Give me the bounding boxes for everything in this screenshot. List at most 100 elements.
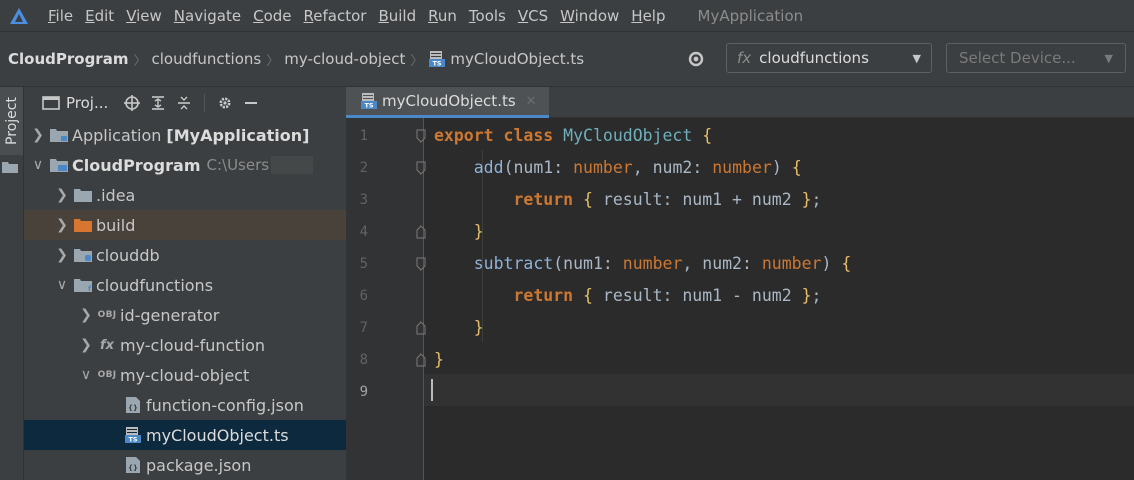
tree-item-mycloudobject-ts[interactable]: TS myCloudObject.ts [24,420,346,450]
menu-file[interactable]: File [42,7,79,25]
editor-tab-bar: TS myCloudObject.ts ✕ [346,87,1134,118]
breadcrumb-cloudprogram[interactable]: CloudProgram [8,50,128,68]
code-line-3: return { result: num1 + num2 }; [513,190,822,209]
ts-file-icon: TS [124,427,142,444]
menu-refactor[interactable]: Refactor [298,7,373,25]
chevron-down-icon: ▼ [1104,51,1113,65]
function-selector-value: cloudfunctions [759,49,869,67]
function-selector[interactable]: fx cloudfunctions ▼ [726,43,932,73]
breadcrumb: CloudProgram 〉 cloudfunctions 〉 my-cloud… [8,32,584,86]
line-number-current: 9 [359,384,368,400]
json-file-icon: {} [124,397,142,413]
menu-edit[interactable]: Edit [79,7,120,25]
code-line-7: } [473,318,484,337]
tree-item-label: package.json [146,455,252,475]
tree-item-cloudprogram[interactable]: ∨ CloudProgram C:\Users [24,150,346,180]
chevron-down-icon[interactable]: ∨ [78,360,94,390]
tree-item-label: build [96,215,136,235]
tree-item-build[interactable]: ❯ build [24,210,346,240]
chevron-down-icon[interactable]: ∨ [54,270,70,300]
cloud-object-icon: OBJ [97,310,117,320]
line-number: 7 [359,320,368,336]
chevron-right-icon[interactable]: ❯ [54,210,70,240]
target-settings-icon[interactable] [686,49,706,69]
code-line-5: subtract(num1: number, num2: number) { [473,254,852,273]
tree-item-path: C:\Users [206,156,270,174]
code-line-2: add(num1: number, num2: number) { [473,158,802,177]
cloud-module-folder-icon [50,157,68,173]
editor-tab-mycloudobject[interactable]: TS myCloudObject.ts ✕ [346,87,549,118]
cloud-function-icon: fx [99,337,115,353]
menu-run[interactable]: Run [422,7,463,25]
tree-item-package-json[interactable]: {} package.json [24,450,346,480]
svg-text:TS: TS [364,102,373,110]
tree-item-clouddb[interactable]: ❯ clouddb [24,240,346,270]
app-logo-icon [8,5,30,27]
tree-item-id-generator[interactable]: ❯ OBJ id-generator [24,300,346,330]
device-selector[interactable]: Select Device... ▼ [946,43,1126,73]
project-view-icon [42,95,60,110]
expand-all-icon[interactable] [148,93,168,113]
chevron-right-icon[interactable]: ❯ [78,330,94,360]
code-text-area[interactable]: export class MyCloudObject { add(num1: n… [424,118,1134,480]
tree-item-label: Application [72,125,162,145]
line-number: 2 [359,160,368,176]
folder-icon[interactable] [2,159,18,173]
minimize-icon[interactable] [241,93,261,113]
chevron-right-icon[interactable]: ❯ [30,120,46,150]
menu-navigate[interactable]: Navigate [168,7,247,25]
breadcrumb-my-cloud-object[interactable]: my-cloud-object [284,50,405,68]
tree-item-label: function-config.json [146,395,304,415]
tree-item-my-cloud-object[interactable]: ∨ OBJ my-cloud-object [24,360,346,390]
gear-icon[interactable] [215,93,235,113]
functions-folder-icon: f [74,277,92,293]
project-tool-tab[interactable]: Project [0,87,23,155]
line-number: 3 [359,192,368,208]
breadcrumb-separator-icon: 〉 [410,53,424,69]
folder-icon [74,187,92,203]
navigation-bar: CloudProgram 〉 cloudfunctions 〉 my-cloud… [0,31,1134,87]
tree-item-label: CloudProgram [72,155,201,175]
project-view-selector[interactable]: Proj... [66,94,108,112]
menu-tools[interactable]: Tools [463,7,512,25]
svg-text:{}: {} [128,404,138,412]
breadcrumb-separator-icon: 〉 [133,53,147,69]
tool-window-stripe: Project [0,87,24,480]
menu-build[interactable]: Build [372,7,422,25]
current-line-highlight [424,374,1134,406]
breadcrumb-file[interactable]: myCloudObject.ts [450,50,584,68]
chevron-right-icon[interactable]: ❯ [54,180,70,210]
tree-item-idea[interactable]: ❯ .idea [24,180,346,210]
close-icon[interactable]: ✕ [526,94,537,109]
chevron-right-icon[interactable]: ❯ [78,300,94,330]
project-panel: Proj... ❯ Application [MyApplication] ∨ [24,87,346,480]
tree-item-label: my-cloud-object [120,365,250,385]
code-line-4: } [473,222,484,241]
tree-item-cloudfunctions[interactable]: ∨ f cloudfunctions [24,270,346,300]
toolbar-divider [204,93,206,112]
tree-item-label: myCloudObject.ts [146,425,289,445]
breadcrumb-cloudfunctions[interactable]: cloudfunctions [151,50,261,68]
project-panel-header: Proj... [24,87,346,118]
ts-file-icon: TS [360,92,378,110]
menu-help[interactable]: Help [625,7,671,25]
collapse-all-icon[interactable] [174,93,194,113]
menu-vcs[interactable]: VCS [512,7,554,25]
chevron-right-icon[interactable]: ❯ [54,240,70,270]
tree-item-function-config[interactable]: {} function-config.json [24,390,346,420]
chevron-down-icon[interactable]: ∨ [30,150,46,180]
tree-item-my-cloud-function[interactable]: ❯ fx my-cloud-function [24,330,346,360]
redacted-path [271,156,314,174]
menu-view[interactable]: View [120,7,168,25]
breadcrumb-separator-icon: 〉 [266,53,280,69]
db-folder-icon [74,247,92,263]
code-line-6: return { result: num1 - num2 }; [513,286,822,305]
menu-code[interactable]: Code [247,7,297,25]
menu-window[interactable]: Window [554,7,625,25]
tree-item-application[interactable]: ❯ Application [MyApplication] [24,120,346,150]
code-editor: TS myCloudObject.ts ✕ 1 2 3 4 5 6 7 8 9 … [346,87,1134,480]
line-number: 5 [359,256,368,272]
locate-target-icon[interactable] [122,93,142,113]
json-file-icon: {} [124,457,142,473]
line-number: 1 [359,128,368,144]
